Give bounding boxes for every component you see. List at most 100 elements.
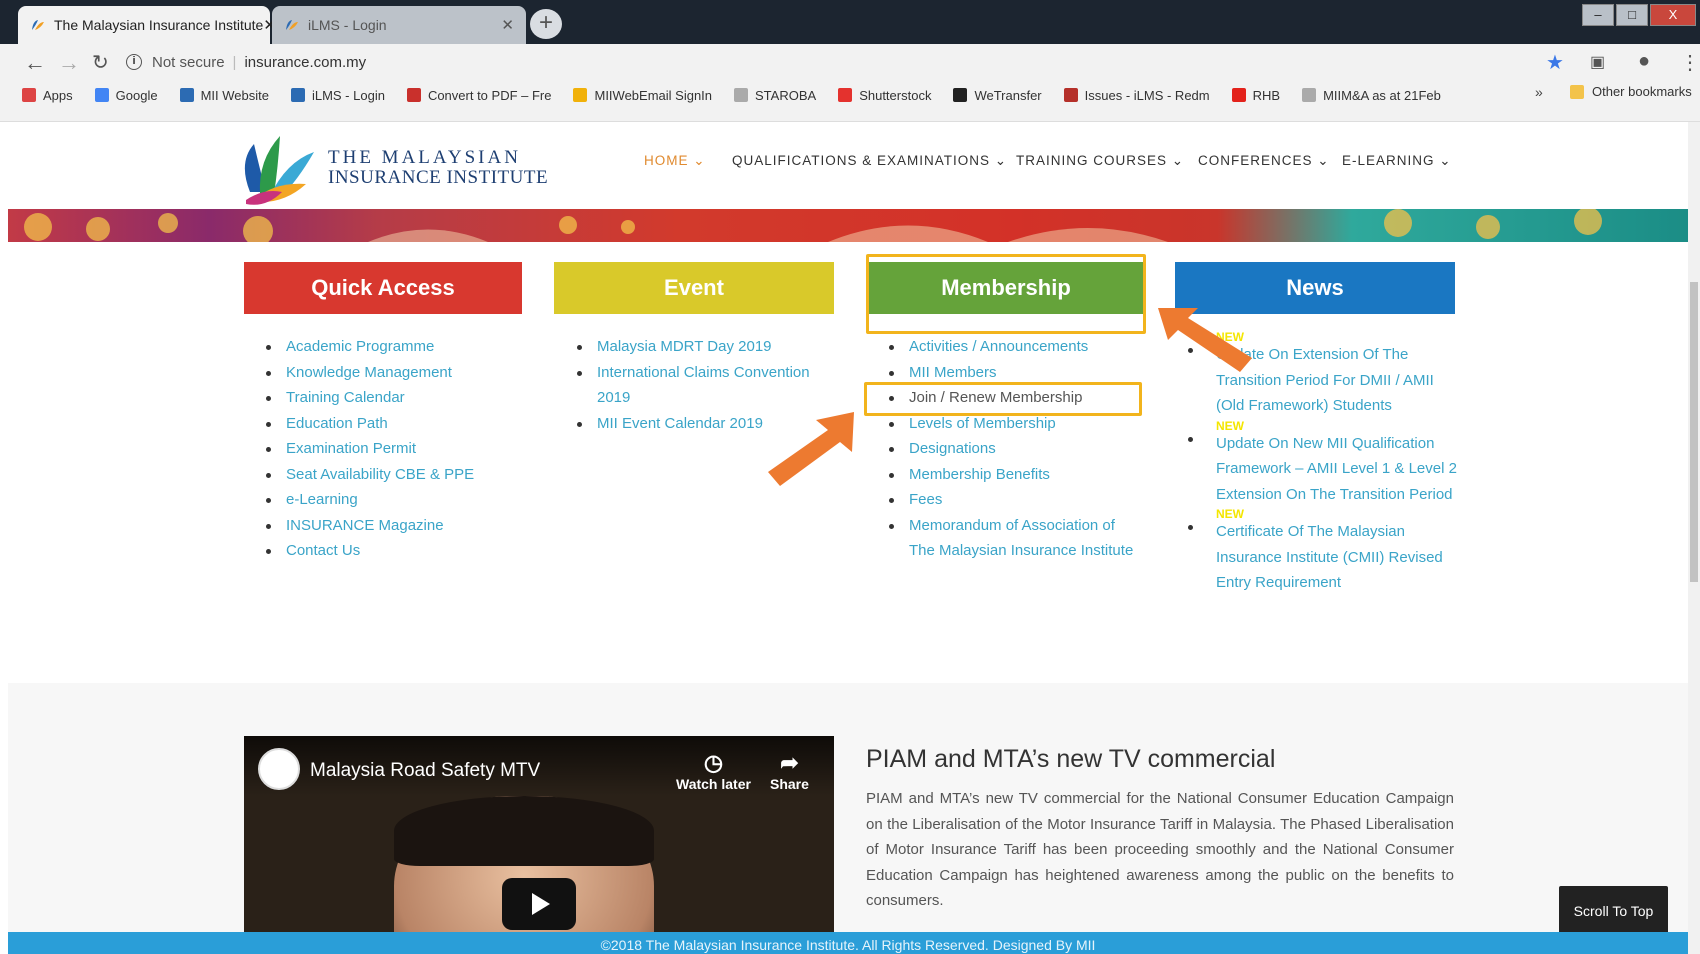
extension-icon[interactable]: ▣ [1590, 52, 1605, 72]
play-button-icon[interactable] [502, 878, 576, 930]
bookmark-item[interactable]: MIIM&A as at 21Feb [1302, 88, 1441, 103]
quick-access-link[interactable]: Examination Permit [266, 436, 536, 462]
wetransfer-icon [953, 88, 968, 102]
membership-link[interactable]: Membership Benefits [889, 462, 1139, 488]
bookmark-item[interactable]: RHB [1231, 87, 1281, 103]
browser-window: The Malaysian Insurance Institute ✕ iLMS… [0, 0, 1700, 954]
bookmark-item[interactable]: Apps [22, 88, 73, 103]
close-window-button[interactable]: X [1650, 4, 1696, 26]
youtube-video-player[interactable]: Malaysia Road Safety MTV ◷ Watch later ➦… [244, 736, 834, 936]
bookmark-item[interactable]: MIIWebEmail SignIn [573, 88, 712, 103]
quick-access-link[interactable]: Academic Programme [266, 334, 536, 360]
quick-access-header: Quick Access [244, 262, 522, 314]
nav-home[interactable]: HOME ⌄ [644, 153, 706, 169]
news-item[interactable]: NEW Certificate Of The Malaysian Insuranc… [1188, 508, 1458, 596]
page-icon [1302, 88, 1317, 102]
quick-access-link[interactable]: Seat Availability CBE & PPE [266, 462, 536, 488]
minimize-button[interactable]: – [1582, 4, 1614, 26]
bookmark-item[interactable]: MII Website [179, 88, 269, 103]
bookmark-item[interactable]: iLMS - Login [290, 88, 385, 103]
membership-link[interactable]: Activities / Announcements [889, 334, 1139, 360]
quick-access-link[interactable]: INSURANCE Magazine [266, 513, 536, 539]
other-bookmarks[interactable]: Other bookmarks [1570, 84, 1692, 99]
tab-ilms-login[interactable]: iLMS - Login ✕ [272, 6, 526, 44]
video-title[interactable]: Malaysia Road Safety MTV [310, 760, 540, 782]
bookmark-item[interactable]: Issues - iLMS - Redm [1063, 87, 1210, 103]
security-status: Not secure [152, 53, 225, 71]
scrollbar-thumb[interactable] [1690, 282, 1698, 582]
scrollbar[interactable] [1688, 122, 1700, 954]
event-header: Event [554, 262, 834, 314]
nav-qualifications-examinations[interactable]: QUALIFICATIONS & EXAMINATIONS ⌄ [732, 153, 1007, 169]
orange-arrow-icon [768, 412, 854, 486]
info-icon[interactable]: i [126, 54, 142, 70]
festive-banner [8, 209, 1688, 242]
mii-logo-icon[interactable] [236, 122, 316, 206]
new-badge: NEW [1216, 418, 1244, 433]
mii-leaf-icon [290, 88, 305, 102]
pdf-icon [406, 88, 421, 102]
membership-link[interactable]: Designations [889, 436, 1139, 462]
apps-grid-icon [22, 88, 36, 102]
quick-access-link[interactable]: e-Learning [266, 487, 536, 513]
nav-conferences[interactable]: CONFERENCES ⌄ [1198, 153, 1330, 169]
bookmark-label: MIIWebEmail SignIn [594, 87, 713, 103]
watch-later-label: Watch later [676, 776, 751, 792]
redmine-icon [1063, 88, 1078, 102]
news-link[interactable]: Update On New MII Qualification Framewor… [1216, 435, 1457, 503]
maximize-button[interactable]: □ [1616, 4, 1648, 26]
event-link[interactable]: Malaysia MDRT Day 2019 [577, 334, 837, 360]
channel-avatar[interactable] [258, 748, 300, 790]
bookmark-label: RHB [1252, 87, 1281, 103]
mii-leaf-icon [179, 88, 194, 102]
tab-malaysian-insurance-institute[interactable]: The Malaysian Insurance Institute ✕ [18, 6, 276, 44]
page-icon [734, 88, 749, 102]
bookmarks-overflow-icon[interactable]: » [1535, 84, 1543, 100]
bookmark-star-icon[interactable]: ★ [1546, 50, 1564, 75]
bookmark-item[interactable]: STAROBA [734, 88, 816, 103]
menu-dots-icon[interactable]: ⋮ [1680, 50, 1700, 75]
news-link[interactable]: Certificate Of The Malaysian Insurance I… [1216, 523, 1443, 591]
bookmark-label: Shutterstock [859, 87, 932, 103]
share-button[interactable]: ➦ Share [770, 750, 809, 792]
forward-arrow-icon[interactable]: → [58, 50, 80, 76]
membership-link[interactable]: Memorandum of Association of The Malaysi… [889, 513, 1139, 564]
folder-icon [1570, 84, 1584, 99]
bookmark-label: MIIM&A as at 21Feb [1323, 87, 1441, 103]
watch-later-button[interactable]: ◷ Watch later [676, 750, 751, 792]
bookmark-item[interactable]: Convert to PDF – Fre [406, 88, 551, 103]
membership-link[interactable]: Fees [889, 487, 1139, 513]
back-arrow-icon[interactable]: ← [24, 50, 46, 76]
bookmarks-bar: Apps Google MII Website iLMS - Login Convert… [22, 84, 1463, 106]
share-arrow-icon: ➦ [780, 750, 799, 775]
nav-e-learning[interactable]: E-LEARNING ⌄ [1342, 153, 1452, 169]
footer: ©2018 The Malaysian Insurance Institute.… [8, 932, 1688, 954]
scroll-to-top-button[interactable]: Scroll To Top [1559, 886, 1668, 936]
orange-arrow-icon [1158, 308, 1252, 372]
bookmark-label: Google [115, 87, 158, 103]
event-link[interactable]: International Claims Convention 2019 [577, 360, 837, 411]
tab-title: iLMS - Login [308, 17, 387, 33]
quick-access-link[interactable]: Contact Us [266, 538, 536, 564]
nav-training-courses[interactable]: TRAINING COURSES ⌄ [1016, 153, 1184, 169]
site-logo-text[interactable]: THE MALAYSIAN INSURANCE INSTITUTE [328, 148, 548, 188]
quick-access-link[interactable]: Training Calendar [266, 385, 536, 411]
logo-line-1: THE MALAYSIAN [328, 147, 521, 168]
news-item[interactable]: NEW Update On New MII Qualification Frame… [1188, 418, 1458, 508]
close-tab-icon[interactable]: ✕ [501, 16, 514, 34]
address-bar[interactable]: i Not secure | insurance.com.my [126, 47, 1526, 77]
quick-access-link[interactable]: Education Path [266, 411, 536, 437]
new-tab-button[interactable]: + [530, 9, 562, 39]
quick-access-link[interactable]: Knowledge Management [266, 360, 536, 386]
bookmark-item[interactable]: Google [94, 87, 158, 103]
event-title: Event [664, 275, 724, 300]
profile-avatar-icon[interactable]: ● [1638, 50, 1650, 73]
bookmark-label: Apps [43, 87, 73, 103]
tab-title: The Malaysian Insurance Institute [54, 17, 264, 33]
windows-icon [573, 88, 588, 102]
video-thumbnail-hair [394, 796, 654, 866]
bookmark-label: Issues - iLMS - Redm [1084, 87, 1210, 103]
reload-icon[interactable]: ↻ [92, 50, 109, 75]
bookmark-item[interactable]: WeTransfer [953, 88, 1042, 103]
bookmark-item[interactable]: Shutterstock [838, 88, 931, 103]
